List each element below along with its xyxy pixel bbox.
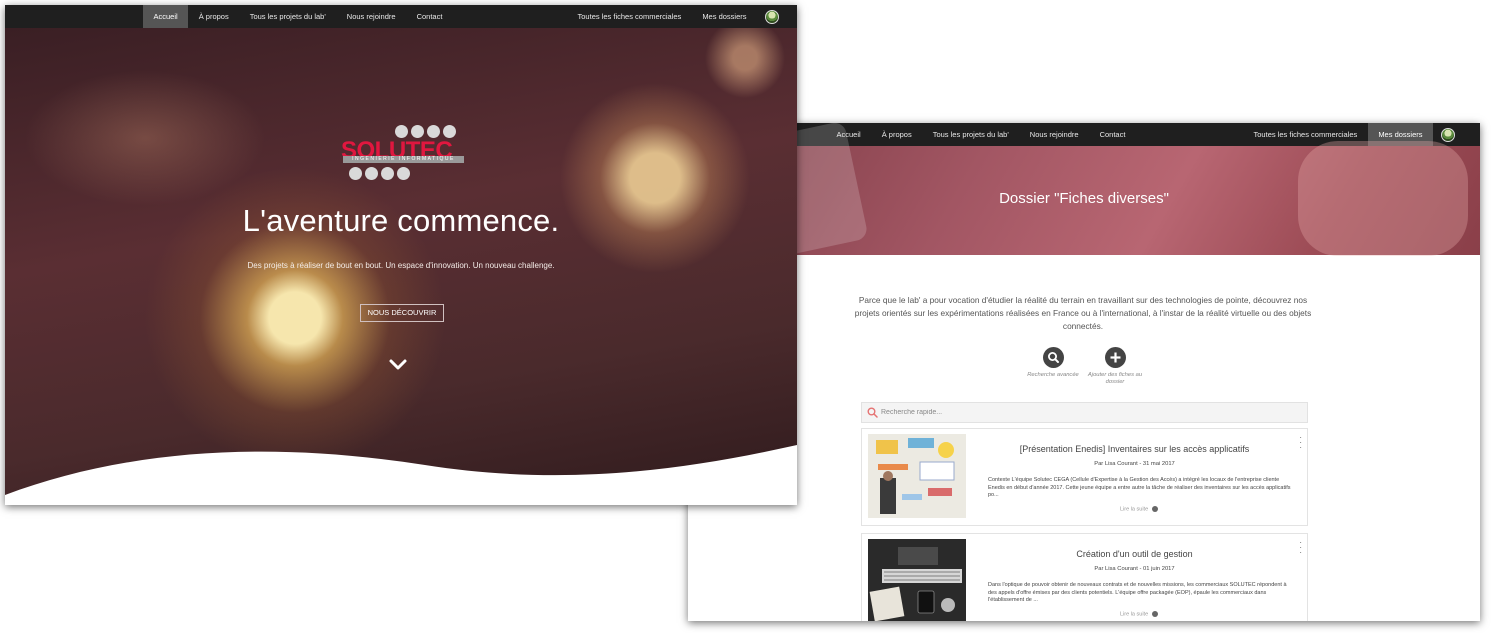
arrow-circle-icon bbox=[1151, 506, 1158, 512]
card-title[interactable]: [Présentation Enedis] Inventaires sur le… bbox=[972, 444, 1297, 454]
nav-item-contact[interactable]: Contact bbox=[406, 5, 453, 28]
card-thumbnail-image bbox=[868, 434, 966, 518]
intro-text: Parce que le lab' a pour vocation d'étud… bbox=[854, 295, 1312, 331]
card-meta: Par Lisa Courant - 01 juin 2017 bbox=[1094, 566, 1175, 572]
plus-icon bbox=[1104, 347, 1126, 368]
nav-item-fiches-commerciales[interactable]: Toutes les fiches commerciales bbox=[567, 5, 692, 28]
more-options-icon[interactable]: · · · bbox=[1299, 434, 1302, 452]
card-excerpt: Contexte L'équipe Solutec CEGA (Cellule … bbox=[988, 477, 1291, 498]
search-icon bbox=[867, 407, 878, 418]
avatar[interactable] bbox=[1441, 127, 1455, 142]
page-title: Dossier "Fiches diverses" bbox=[999, 190, 1169, 207]
quick-search-bar bbox=[861, 402, 1308, 423]
top-navbar: Accueil À propos Tous les projets du lab… bbox=[5, 5, 797, 28]
arrow-circle-icon bbox=[1151, 611, 1158, 617]
read-more-label: Lire la suite bbox=[1120, 506, 1149, 513]
nav-item-accueil[interactable]: Accueil bbox=[143, 5, 189, 28]
nav-item-a-propos[interactable]: À propos bbox=[871, 123, 922, 146]
hero-wave-divider bbox=[5, 445, 797, 505]
avatar[interactable] bbox=[765, 9, 779, 24]
nav-item-contact[interactable]: Contact bbox=[1089, 123, 1136, 146]
logo-tagline: INGENIERIE INFORMATIQUE bbox=[343, 156, 464, 163]
card-thumbnail-image bbox=[868, 539, 966, 621]
nav-item-mes-dossiers[interactable]: Mes dossiers bbox=[692, 5, 757, 28]
card-meta: Par Lisa Courant - 31 mai 2017 bbox=[1094, 461, 1175, 467]
list-item[interactable]: [Présentation Enedis] Inventaires sur le… bbox=[861, 428, 1308, 526]
add-fiches-label: Ajouter des fiches au dossier bbox=[1087, 372, 1143, 385]
dossier-page-screenshot: Accueil À propos Tous les projets du lab… bbox=[688, 123, 1480, 621]
nav-item-projets[interactable]: Tous les projets du lab' bbox=[922, 123, 1019, 146]
hero-title: L'aventure commence. bbox=[242, 203, 560, 238]
hero-subtitle: Des projets à réaliser de bout en bout. … bbox=[247, 261, 555, 270]
add-fiches-button[interactable]: Ajouter des fiches au dossier bbox=[1085, 347, 1145, 386]
advanced-search-button[interactable]: Recherche avancée bbox=[1023, 347, 1083, 379]
solutec-logo: SOLUTEC INGENIERIE INFORMATIQUE bbox=[339, 125, 469, 183]
advanced-search-label: Recherche avancée bbox=[1027, 372, 1079, 378]
read-more-link[interactable]: Lire la suite bbox=[1120, 506, 1158, 512]
quick-search-input[interactable] bbox=[881, 405, 1291, 419]
page-banner: Dossier "Fiches diverses" bbox=[688, 123, 1480, 272]
list-item[interactable]: Création d'un outil de gestion Par Lisa … bbox=[861, 533, 1308, 621]
home-page-screenshot: Accueil À propos Tous les projets du lab… bbox=[5, 5, 797, 505]
nav-item-a-propos[interactable]: À propos bbox=[188, 5, 239, 28]
hero-section: SOLUTEC INGENIERIE INFORMATIQUE L'aventu… bbox=[5, 28, 797, 505]
chevron-down-icon[interactable] bbox=[388, 358, 408, 372]
search-icon bbox=[1042, 347, 1064, 368]
discover-button[interactable]: NOUS DÉCOUVRIR bbox=[360, 304, 444, 322]
read-more-link[interactable]: Lire la suite bbox=[1120, 611, 1158, 617]
card-title[interactable]: Création d'un outil de gestion bbox=[972, 549, 1297, 559]
nav-item-nous-rejoindre[interactable]: Nous rejoindre bbox=[1019, 123, 1089, 146]
more-options-icon[interactable]: · · · bbox=[1299, 539, 1302, 557]
nav-item-nous-rejoindre[interactable]: Nous rejoindre bbox=[336, 5, 406, 28]
read-more-label: Lire la suite bbox=[1120, 611, 1149, 618]
nav-item-projets[interactable]: Tous les projets du lab' bbox=[239, 5, 336, 28]
card-excerpt: Dans l'optique de pouvoir obtenir de nou… bbox=[988, 582, 1287, 603]
